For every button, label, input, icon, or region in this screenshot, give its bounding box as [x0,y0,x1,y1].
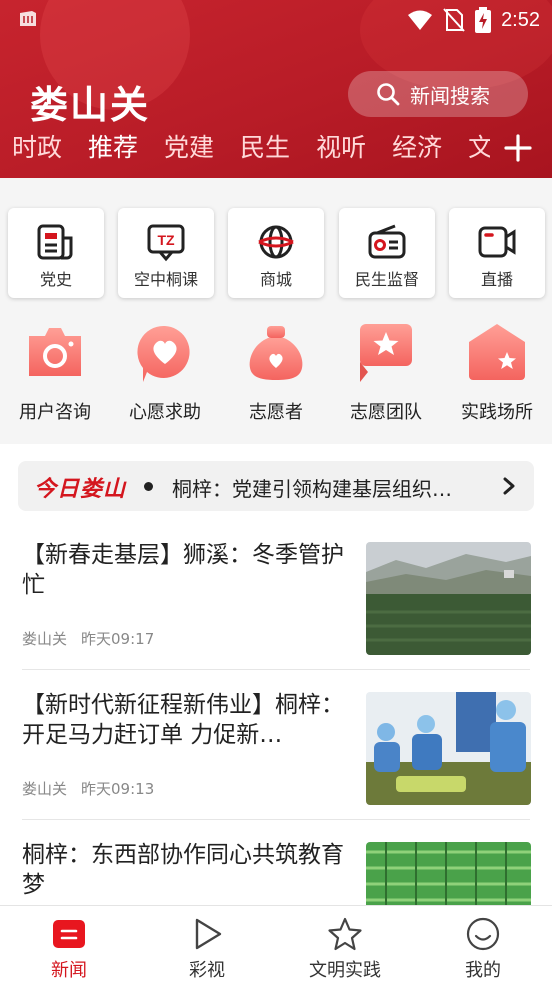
svg-text:TZ: TZ [157,232,175,248]
tab-channel[interactable]: 时政 [12,128,62,168]
news-meta: 娄山关 昨天09:13 [22,778,168,799]
nav-tab-mine[interactable]: 我的 [414,906,552,981]
channel-scroll[interactable]: 时政 推荐 党建 民生 视听 经济文 [12,128,490,168]
status-bar: 2:52 [0,0,552,40]
star-outline-icon [328,917,362,951]
camera-icon [29,328,81,376]
star-house-icon [469,324,525,380]
service-label: 直播 [480,270,513,289]
app-title: 娄山关 [30,83,151,127]
volunteer-label: 实践场所 [461,402,533,423]
nav-label: 新闻 [51,960,87,981]
news-time: 昨天09:13 [81,780,155,798]
news-title[interactable]: 【新时代新征程新伟业】桐梓：开足马力赶订单 力促新… [22,690,352,750]
news-meta: 娄山关 昨天09:17 [22,628,168,649]
service-label: 党史 [39,270,72,289]
status-icons: 2:52 [407,6,540,34]
tab-channel-active[interactable]: 推荐 [88,128,138,168]
tab-channel[interactable]: 党建 [164,128,214,168]
radio-icon [368,224,406,259]
headline-ticker[interactable]: 今日娄山 桐梓：党建引领构建基层组织… [18,461,534,511]
bottom-nav: 新闻 彩视 文明实践 我的 [0,905,552,981]
chevron-right-icon[interactable] [502,476,516,496]
news-thumbnail-workers[interactable] [366,692,531,805]
volunteer-volunteers[interactable]: 志愿者 [221,322,331,432]
news-tab-icon [53,920,85,948]
news-item[interactable]: 【新时代新征程新伟业】桐梓：开足马力赶订单 力促新… 娄山关 昨天09:13 [0,670,552,820]
news-time: 昨天09:17 [81,630,155,648]
volunteer-practice-venues[interactable]: 实践场所 [442,322,552,432]
app-root: 2:52 娄山关 新闻搜索 时政 推荐 党建 民生 视听 经济文 党史 TZ 空… [0,0,552,981]
news-list: 【新春走基层】狮溪：冬季管护忙 娄山关 昨天09:17 【新时代新征程新伟业】桐梓… [0,520,552,955]
no-sim-icon [443,8,465,32]
add-channel-icon[interactable] [502,130,534,166]
tab-channel[interactable]: 经济 [392,128,442,168]
service-card-party-history[interactable]: 党史 [8,208,104,298]
search-label: 新闻搜索 [410,83,490,108]
news-source: 娄山关 [22,630,68,648]
news-item[interactable]: 【新春走基层】狮溪：冬季管护忙 娄山关 昨天09:17 [0,520,552,670]
service-card-mall[interactable]: 商城 [228,208,324,298]
nav-tab-news[interactable]: 新闻 [0,906,138,981]
header: 2:52 娄山关 新闻搜索 时政 推荐 党建 民生 视听 经济文 [0,0,552,178]
tab-channel[interactable]: 文 [468,128,490,168]
ticker-logo: 今日娄山 [34,477,127,502]
globe-icon [258,225,294,259]
nav-label: 我的 [465,960,501,981]
wifi-icon [408,10,433,30]
heart-bag-icon [249,326,303,380]
nav-tab-civilization-practice[interactable]: 文明实践 [276,906,414,981]
service-label: 商城 [259,270,292,289]
tz-chat-icon: TZ [147,224,185,262]
star-flag-icon [360,324,412,382]
news-title[interactable]: 【新春走基层】狮溪：冬季管护忙 [22,540,352,600]
service-label: 民生监督 [354,270,419,289]
service-grid: 党史 TZ 空中桐课 商城 民生监督 直播 用户咨询 心愿求助 志愿者 志愿团队… [0,178,552,444]
news-thumbnail-field[interactable] [366,542,531,655]
smiley-icon [466,917,500,951]
battery-charging-icon [475,7,492,33]
nav-tab-video[interactable]: 彩视 [138,906,276,981]
volunteer-label: 志愿团队 [350,402,422,423]
volunteer-user-consult[interactable]: 用户咨询 [0,322,110,432]
nav-label: 文明实践 [309,960,381,981]
tab-channel[interactable]: 视听 [316,128,366,168]
volunteer-label: 志愿者 [249,402,303,423]
news-source: 娄山关 [22,780,68,798]
volunteer-wish-help[interactable]: 心愿求助 [110,322,220,432]
play-icon [195,918,222,950]
ticker-headline[interactable]: 桐梓：党建引领构建基层组织… [172,473,492,502]
news-title[interactable]: 桐梓：东西部协作同心共筑教育梦 [22,840,352,900]
video-camera-icon [478,226,516,258]
channel-tabs: 时政 推荐 党建 民生 视听 经济文 [0,128,552,168]
service-card-livelihood-supervision[interactable]: 民生监督 [339,208,435,298]
bullet-dot [144,482,153,491]
service-card-live[interactable]: 直播 [449,208,545,298]
heart-bubble-icon [137,325,190,382]
sim-card-icon [20,11,36,26]
service-card-sky-class[interactable]: TZ 空中桐课 [118,208,214,298]
volunteer-teams[interactable]: 志愿团队 [331,322,441,432]
newspaper-icon [37,224,73,260]
volunteer-label: 用户咨询 [19,402,91,423]
tab-channel[interactable]: 民生 [240,128,290,168]
volunteer-label: 心愿求助 [129,402,201,423]
search-button[interactable]: 新闻搜索 [348,71,528,117]
status-time: 2:52 [501,8,540,31]
service-label: 空中桐课 [133,270,198,289]
search-icon [377,83,400,106]
nav-label: 彩视 [189,960,225,981]
